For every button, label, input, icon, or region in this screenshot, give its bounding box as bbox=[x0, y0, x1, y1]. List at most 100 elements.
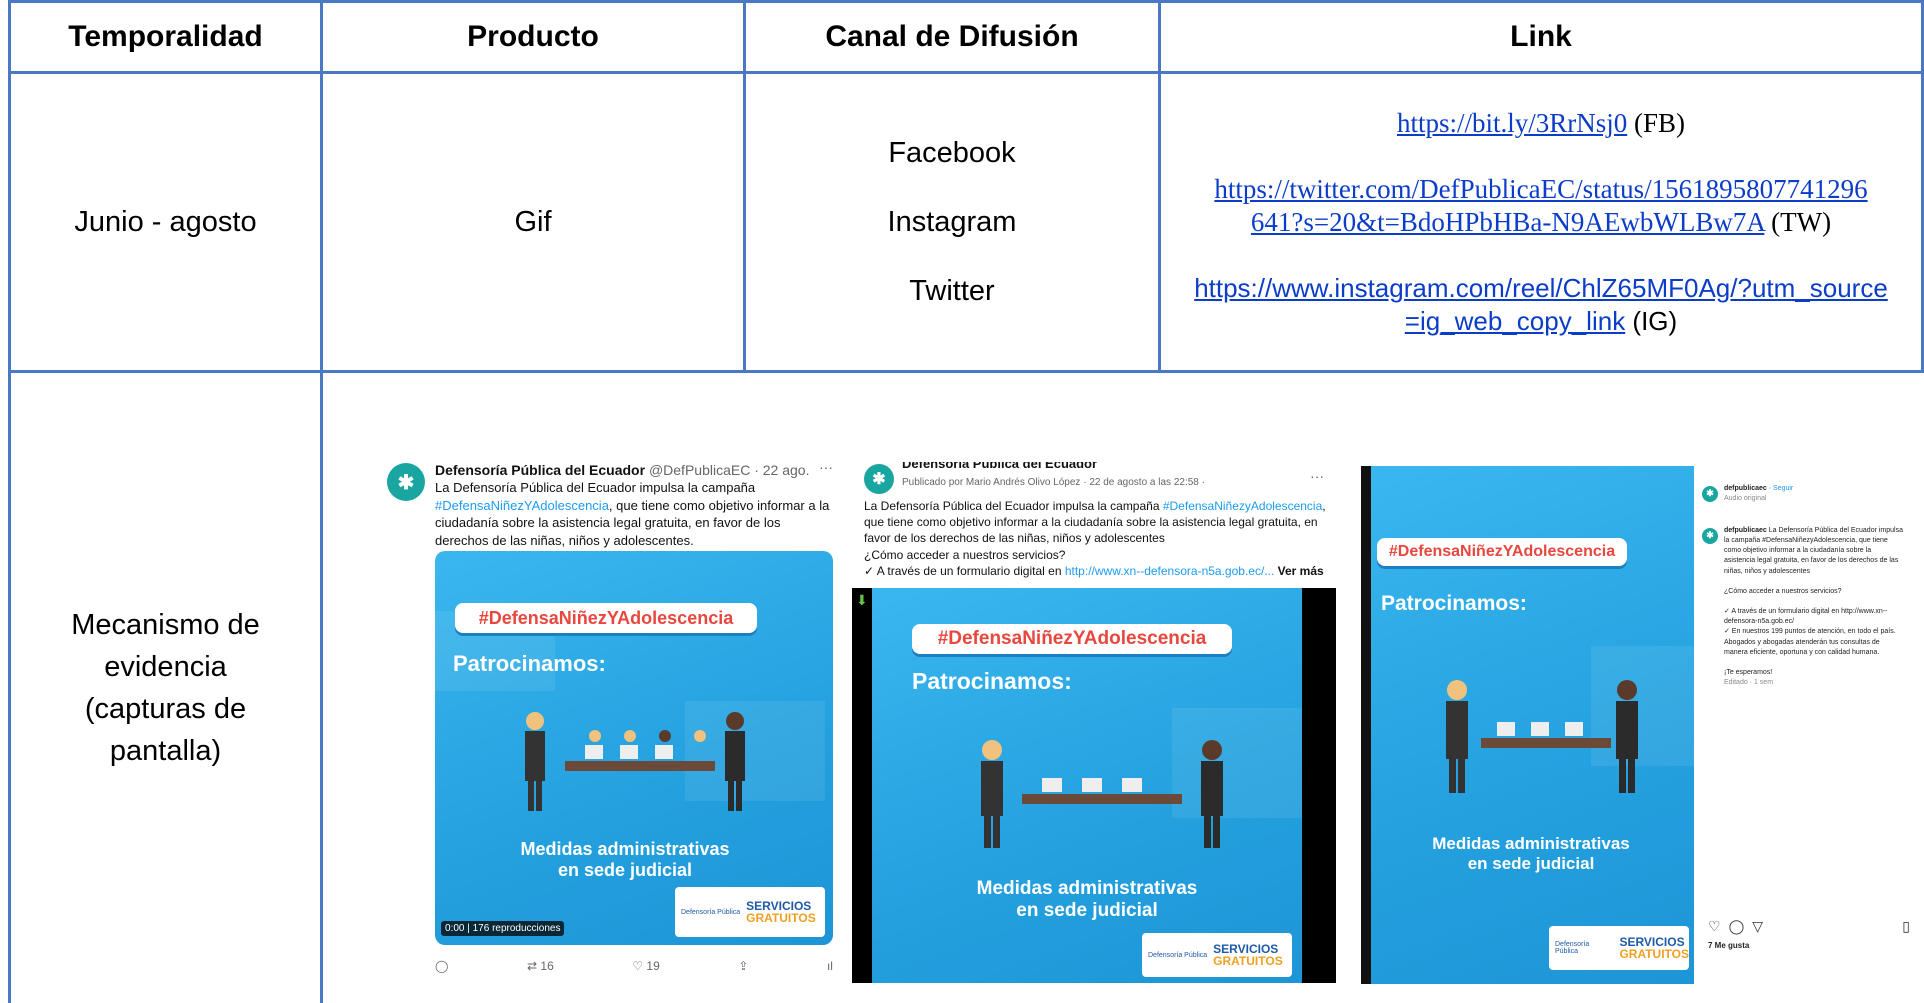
link-ig-part2: =ig_web_copy_link bbox=[1404, 305, 1626, 336]
twitter-poster-logo: Defensoría Pública SERVICIOS GRATUITOS bbox=[675, 887, 825, 937]
instagram-poster-medidas-1: Medidas administrativas bbox=[1432, 834, 1630, 853]
twitter-poster-medidas: Medidas administrativas en sede judicial bbox=[475, 839, 775, 880]
instagram-user[interactable]: defpublicaec bbox=[1724, 485, 1767, 492]
facebook-more-icon[interactable]: ··· bbox=[1310, 468, 1324, 484]
reply-icon[interactable]: ◯ bbox=[435, 959, 448, 973]
instagram-caption-user: defpublicaec bbox=[1724, 527, 1767, 534]
facebook-published: Publicado por Mario Andrés Olivo López ·… bbox=[902, 476, 1205, 488]
facebook-poster-medidas-1: Medidas administrativas bbox=[976, 878, 1198, 899]
cell-links: https://bit.ly/3RrNsj0 (FB) https://twit… bbox=[1161, 74, 1921, 370]
twitter-name: Defensoría Pública del Ecuador bbox=[435, 462, 646, 478]
cell-temporalidad: Junio - agosto bbox=[74, 205, 257, 238]
link-fb-line: https://bit.ly/3RrNsj0 (FB) bbox=[1397, 107, 1685, 141]
instagram-caption: defpublicaec La Defensoría Pública del E… bbox=[1724, 526, 1904, 688]
twitter-servicios-2: GRATUITOS bbox=[746, 911, 816, 925]
facebook-poster: #DefensaNiñezYAdolescencia Patrocinamos:… bbox=[872, 588, 1302, 983]
instagram-line-a: ✓ A través de un formulario digital en h… bbox=[1724, 608, 1888, 626]
instagram-servicios-2: GRATUITOS bbox=[1619, 947, 1689, 961]
facebook-poster-logo-text: Defensoría Pública bbox=[1148, 951, 1208, 959]
instagram-caption-text: La Defensoría Pública del Ecuador impuls… bbox=[1724, 527, 1903, 575]
send-icon[interactable]: ▽ bbox=[1752, 916, 1763, 936]
instagram-poster-medidas: Medidas administrativas en sede judicial bbox=[1391, 834, 1671, 873]
instagram-poster-illustration bbox=[1446, 680, 1638, 793]
facebook-name: Defensoría Pública del Ecuador bbox=[902, 462, 1098, 471]
twitter-poster-illustration bbox=[525, 712, 745, 811]
share-icon[interactable]: ⇪ bbox=[738, 959, 748, 973]
instagram-closing: ¡Te esperamos! bbox=[1724, 668, 1773, 676]
twitter-poster-hashtag: #DefensaNiñezYAdolescencia bbox=[455, 603, 757, 633]
facebook-poster-hashtag: #DefensaNiñezYAdolescencia bbox=[912, 624, 1232, 654]
twitter-poster-medidas-2: en sede judicial bbox=[557, 859, 693, 880]
instagram-follow-button[interactable]: Seguir bbox=[1773, 485, 1793, 492]
header-temporalidad: Temporalidad bbox=[68, 20, 263, 53]
link-ig-part1: https://www.instagram.com/reel/ChlZ65MF0… bbox=[1194, 273, 1888, 304]
twitter-header: Defensoría Pública del Ecuador @DefPubli… bbox=[435, 461, 835, 479]
facebook-poster-medidas-2: en sede judicial bbox=[1016, 899, 1158, 921]
facebook-text: La Defensoría Pública del Ecuador impuls… bbox=[864, 498, 1326, 579]
analytics-icon[interactable]: ıl bbox=[827, 959, 833, 973]
mecanismo-line-2: evidencia bbox=[104, 650, 227, 683]
facebook-poster-patro: Patrocinamos: bbox=[912, 668, 1072, 694]
mecanismo-line-3: (capturas de bbox=[84, 693, 247, 725]
instagram-poster: #DefensaNiñezYAdolescencia Patrocinamos:… bbox=[1371, 466, 1694, 984]
bookmark-icon[interactable]: ▯ bbox=[1902, 916, 1910, 936]
facebook-question: ¿Cómo acceder a nuestros servicios? bbox=[864, 547, 1066, 562]
twitter-text-1: La Defensoría Pública del Ecuador impuls… bbox=[435, 480, 756, 495]
twitter-text: La Defensoría Pública del Ecuador impuls… bbox=[435, 479, 835, 549]
retweet-count: 16 bbox=[540, 959, 554, 973]
twitter-handle: @DefPublicaEC · 22 ago. bbox=[648, 462, 810, 478]
link-fb[interactable]: https://bit.ly/3RrNsj0 bbox=[1397, 108, 1627, 138]
twitter-poster-servicios: SERVICIOS GRATUITOS bbox=[746, 900, 816, 924]
twitter-video-time: 0:00 bbox=[445, 923, 465, 934]
facebook-via-link[interactable]: http://www.xn--defensora-n5a.gob.ec/... bbox=[1065, 564, 1274, 578]
mecanismo-line-1: Mecanismo de bbox=[71, 608, 260, 641]
facebook-avatar: ✱ bbox=[864, 464, 894, 494]
link-tw-line: https://twitter.com/DefPublicaEC/status/… bbox=[1214, 173, 1867, 241]
twitter-views: 176 reproducciones bbox=[472, 923, 561, 934]
instagram-poster-logo: Defensoría Pública SERVICIOS GRATUITOS bbox=[1549, 926, 1689, 970]
twitter-actions: ◯ ⇄ 16 ♡ 19 ⇪ ıl bbox=[435, 959, 833, 973]
comment-icon[interactable]: ◯ bbox=[1729, 916, 1745, 936]
facebook-poster-illustration bbox=[981, 740, 1223, 848]
header-producto: Producto bbox=[467, 20, 599, 53]
instagram-actions: ♡ ◯ ▽ bbox=[1708, 916, 1763, 936]
instagram-side-panel: ✱ defpublicaec · Seguir Audio original ✱… bbox=[1694, 466, 1924, 984]
like-button[interactable]: ♡ 19 bbox=[632, 959, 659, 973]
header-link: Link bbox=[1510, 20, 1572, 53]
link-fb-tag: (FB) bbox=[1627, 107, 1686, 138]
instagram-poster-logo-text: Defensoría Pública bbox=[1555, 941, 1590, 955]
facebook-screenshot: ✱ Defensoría Pública del Ecuador Publica… bbox=[852, 462, 1336, 983]
instagram-line-b: ✓ En nuestros 199 puntos de atención, en… bbox=[1724, 628, 1896, 656]
instagram-video-frame: #DefensaNiñezYAdolescencia Patrocinamos:… bbox=[1361, 466, 1694, 984]
instagram-audio: Audio original bbox=[1724, 495, 1767, 503]
link-tw-part1: https://twitter.com/DefPublicaEC/status/… bbox=[1214, 173, 1868, 204]
download-icon[interactable]: ⬇ bbox=[856, 592, 868, 609]
instagram-likes: 7 Me gusta bbox=[1708, 941, 1750, 950]
mecanismo-line-4: pantalla) bbox=[109, 735, 222, 768]
facebook-via: ✓ A través de un formulario digital en bbox=[864, 563, 1065, 578]
heart-icon[interactable]: ♡ bbox=[1708, 916, 1721, 936]
facebook-see-more[interactable]: Ver más bbox=[1274, 564, 1324, 578]
instagram-avatar: ✱ bbox=[1702, 486, 1718, 502]
facebook-hashtag-link[interactable]: #DefensaNiñezyAdolescencia bbox=[1163, 499, 1322, 513]
instagram-poster-patro: Patrocinamos: bbox=[1381, 592, 1527, 615]
like-count: 19 bbox=[646, 959, 660, 973]
facebook-text-1: La Defensoría Pública del Ecuador impuls… bbox=[864, 499, 1163, 513]
twitter-video-badge: 0:00 | 176 reproducciones bbox=[441, 921, 565, 936]
twitter-poster: #DefensaNiñezYAdolescencia Patrocinamos:… bbox=[435, 551, 833, 945]
cell-mecanismo: Mecanismo de evidencia (capturas de pant… bbox=[11, 373, 320, 1003]
link-tw-tag: (TW) bbox=[1764, 207, 1832, 238]
instagram-poster-hashtag: #DefensaNiñezYAdolescencia bbox=[1377, 538, 1627, 566]
facebook-poster-servicios: SERVICIOS GRATUITOS bbox=[1213, 943, 1283, 967]
retweet-button[interactable]: ⇄ 16 bbox=[527, 959, 554, 973]
twitter-hashtag-link[interactable]: #DefensaNiñezYAdolescencia bbox=[435, 498, 609, 513]
header-canal: Canal de Difusión bbox=[825, 20, 1079, 53]
canal-facebook: Facebook bbox=[888, 136, 1016, 169]
canal-twitter: Twitter bbox=[909, 274, 995, 307]
twitter-avatar: ✱ bbox=[387, 463, 425, 501]
instagram-edited: Editado · 1 sem bbox=[1724, 679, 1774, 687]
instagram-poster-medidas-2: en sede judicial bbox=[1467, 853, 1595, 873]
twitter-more-icon[interactable]: ··· bbox=[819, 459, 833, 475]
link-ig[interactable]: https://www.instagram.com/reel/ChlZ65MF0… bbox=[1194, 273, 1888, 336]
canal-instagram: Instagram bbox=[887, 205, 1017, 238]
